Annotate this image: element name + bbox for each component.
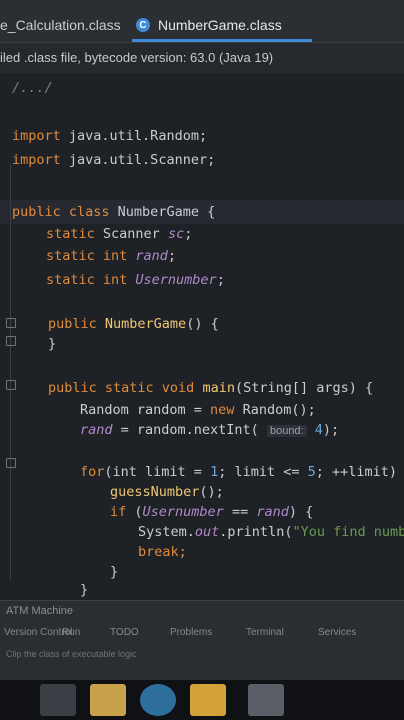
code-text-span: java.util.Scanner;: [60, 152, 216, 168]
tab-services[interactable]: Services: [318, 627, 356, 638]
comment-text: /.../: [12, 80, 53, 96]
intellij-icon[interactable]: [248, 684, 284, 716]
java-class-icon: C: [136, 18, 150, 32]
code-text-span: Scanner: [94, 226, 160, 242]
app-icon[interactable]: [40, 684, 76, 716]
code-text-span: System.: [138, 524, 195, 540]
tab-problems[interactable]: Problems: [170, 627, 212, 638]
code-text-span: }: [48, 336, 57, 352]
keyword: new: [210, 402, 235, 418]
tab-calculation-class[interactable]: e_Calculation.class: [0, 10, 121, 40]
keyword: import: [12, 128, 61, 144]
code-text-span: = random.nextInt(: [112, 422, 267, 438]
field-name: sc: [159, 226, 185, 242]
code-text-span: Random();: [234, 402, 316, 418]
code-text-span: java.util.Random;: [60, 128, 208, 144]
keyword: if: [110, 504, 127, 520]
class-name: NumberGame: [109, 204, 199, 220]
code-text-span: (int limit =: [104, 464, 211, 480]
browser-icon[interactable]: [140, 684, 176, 716]
method-name: NumberGame: [96, 316, 187, 332]
field-name: rand: [80, 422, 113, 438]
info-text: iled .class file, bytecode version: 63.0…: [0, 50, 274, 65]
string-literal: "You find number: [292, 524, 404, 540]
code-editor[interactable]: /.../ import java.util.Random; import ja…: [0, 74, 404, 600]
number-literal: 1: [210, 464, 219, 480]
tab-run[interactable]: Run: [62, 627, 80, 638]
code-line: Random random = new Random();: [80, 402, 316, 418]
code-line: }: [48, 336, 56, 352]
code-line: public NumberGame() {: [48, 316, 219, 332]
code-line: import java.util.Scanner;: [12, 152, 215, 168]
code-text-span: }: [110, 564, 119, 580]
keyword: import: [12, 152, 61, 168]
method-name: main: [194, 380, 235, 396]
tool-window-tabs: Version Control Run TODO Problems Termin…: [0, 627, 404, 647]
decompiled-info-bar: iled .class file, bytecode version: 63.0…: [0, 43, 404, 73]
code-line: }: [80, 582, 88, 598]
code-line: guessNumber();: [110, 484, 224, 500]
code-text-span: Random random =: [80, 402, 211, 418]
code-line: System.out.println("You find number: [138, 524, 404, 540]
method-call: guessNumber: [110, 484, 200, 500]
code-line: for(int limit = 1; limit <= 5; ++limit) …: [80, 464, 404, 480]
parameter-hint: bound:: [266, 425, 307, 437]
code-line: if (Usernumber == rand) {: [110, 504, 313, 520]
code-text-span: ; limit <=: [218, 464, 308, 480]
field-name: rand: [127, 248, 168, 264]
keyword: public: [48, 316, 97, 332]
code-line: static Scanner sc;: [46, 226, 192, 242]
code-line: static int rand;: [46, 248, 176, 264]
keyword: static int: [46, 248, 128, 264]
tab-label: e_Calculation.class: [0, 17, 121, 33]
code-line: /.../: [12, 80, 53, 96]
code-line: public class NumberGame {: [12, 204, 215, 220]
code-text-span: ==: [223, 504, 257, 520]
code-line: }: [110, 564, 118, 580]
code-text-span: {: [198, 204, 216, 220]
number-literal: 5: [307, 464, 316, 480]
code-text-span: ;: [216, 272, 225, 288]
keyword: static int: [46, 272, 128, 288]
code-line: public static void main(String[] args) {: [48, 380, 373, 396]
tab-label: NumberGame.class: [158, 17, 282, 33]
code-text-span: ; ++limit) {: [315, 464, 404, 480]
keyword: public static void: [48, 380, 195, 396]
tab-numbergame-class[interactable]: C NumberGame.class: [132, 10, 312, 42]
code-text-span: ();: [199, 484, 224, 500]
keyword: public class: [12, 204, 110, 220]
keyword: break;: [138, 544, 187, 560]
field-name: Usernumber: [127, 272, 217, 288]
code-text-span: }: [80, 582, 89, 598]
status-text: Clip the class of executable logic: [6, 649, 137, 659]
number-literal: 4: [306, 422, 323, 438]
code-line: rand = random.nextInt( bound: 4);: [80, 422, 339, 438]
code-text-span: (String[] args) {: [234, 380, 374, 396]
field-name: out: [194, 524, 220, 540]
code-line: break;: [138, 544, 187, 560]
keyword: static: [46, 226, 95, 242]
code-text-span: () {: [186, 316, 219, 332]
code-text: /.../ import java.util.Random; import ja…: [0, 74, 404, 598]
tab-todo[interactable]: TODO: [110, 627, 139, 638]
tab-terminal[interactable]: Terminal: [246, 627, 284, 638]
folder-icon[interactable]: [90, 684, 126, 716]
code-text-span: ) {: [288, 504, 314, 520]
code-text-span: ;: [167, 248, 177, 264]
os-taskbar: [0, 680, 404, 720]
code-text-span: );: [322, 422, 340, 438]
field-name: rand: [256, 504, 289, 520]
code-line: import java.util.Random;: [12, 128, 207, 144]
editor-tab-bar: e_Calculation.class C NumberGame.class: [0, 0, 404, 43]
code-text-span: (: [126, 504, 143, 520]
field-name: Usernumber: [142, 504, 224, 520]
bottom-tool-panel: ATM Machine Version Control Run TODO Pro…: [0, 600, 404, 681]
code-line: static int Usernumber;: [46, 272, 225, 288]
keyword: for: [80, 464, 105, 480]
code-text-span: .println(: [219, 524, 293, 540]
file-explorer-icon[interactable]: [190, 684, 226, 716]
code-text-span: ;: [184, 226, 193, 242]
project-title: ATM Machine: [6, 605, 74, 617]
